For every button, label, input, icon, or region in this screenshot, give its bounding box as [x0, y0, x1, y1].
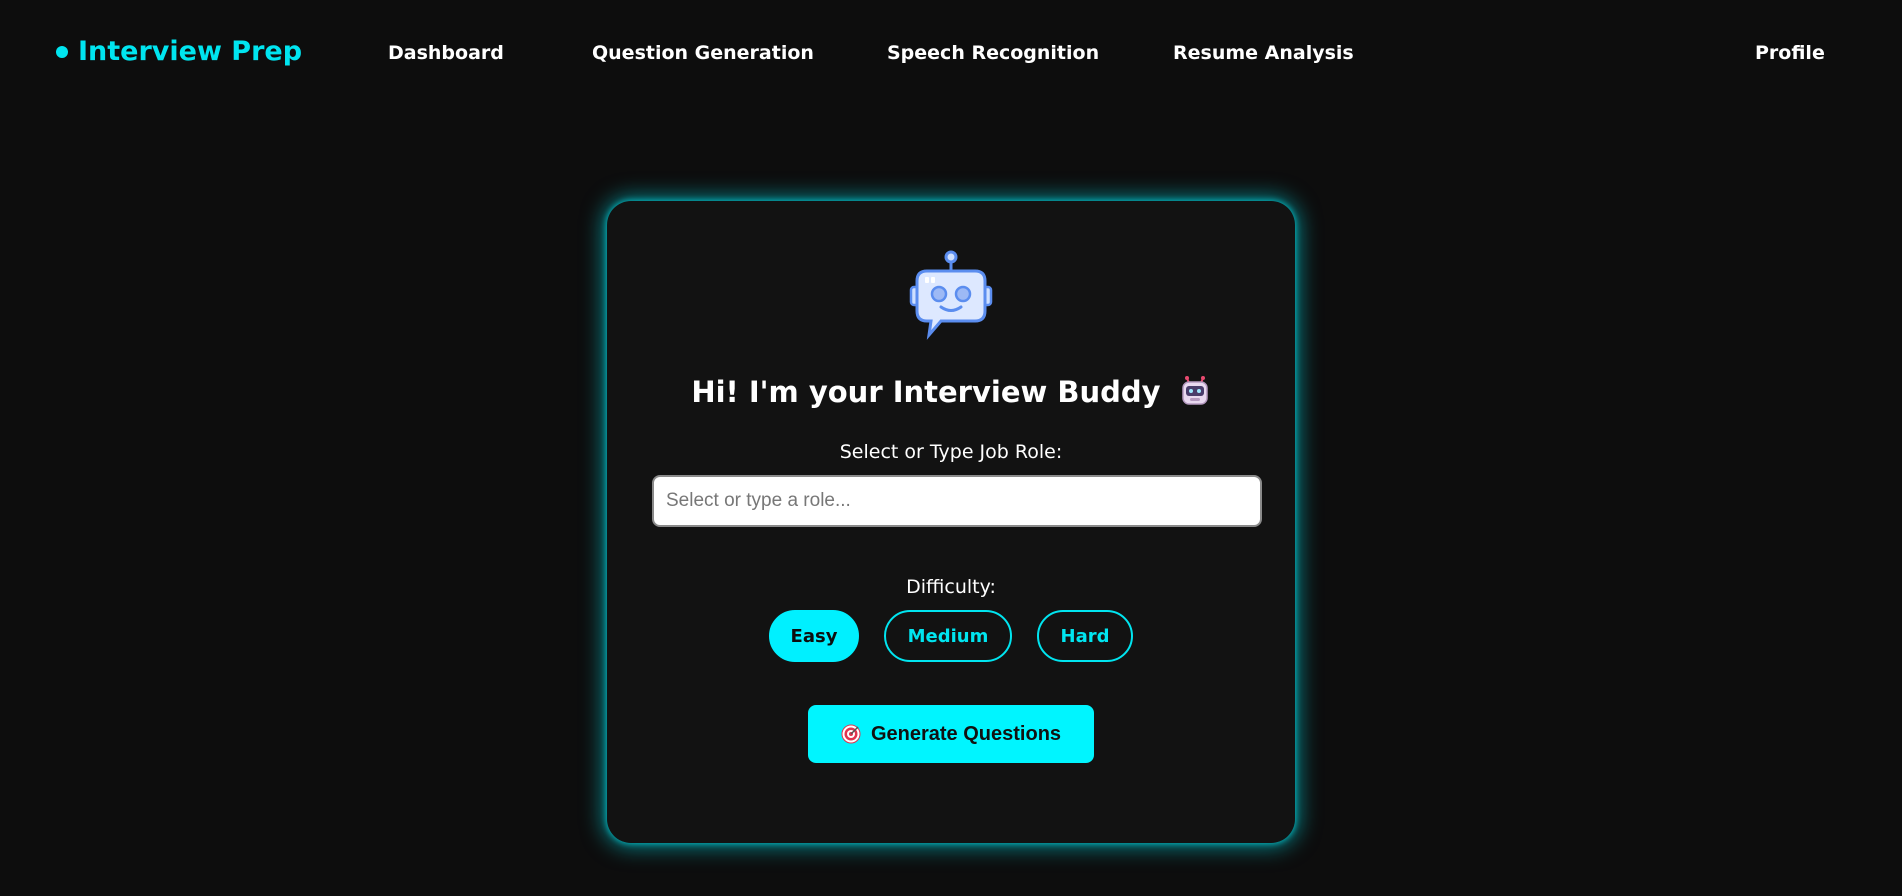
nav-link-speech-recognition[interactable]: Speech Recognition	[887, 42, 1099, 64]
generate-questions-button[interactable]: Generate Questions	[808, 705, 1094, 763]
card-title-text: Hi! I'm your Interview Buddy	[691, 375, 1161, 409]
difficulty-hard-button[interactable]: Hard	[1037, 610, 1133, 662]
nav-link-resume-analysis[interactable]: Resume Analysis	[1173, 42, 1354, 64]
interview-buddy-card: Hi! I'm your Interview Buddy Select or T…	[607, 201, 1295, 843]
difficulty-label: Difficulty:	[906, 576, 996, 598]
nav-link-profile[interactable]: Profile	[1755, 42, 1825, 64]
generate-questions-label: Generate Questions	[870, 722, 1062, 745]
robot-chat-icon	[909, 250, 993, 340]
job-role-input[interactable]	[652, 475, 1262, 527]
top-navbar: Interview Prep Dashboard Question Genera…	[0, 0, 1902, 108]
robot-face-icon	[1181, 376, 1208, 405]
brand-name: Interview Prep	[78, 36, 303, 67]
card-title: Hi! I'm your Interview Buddy	[607, 375, 1295, 409]
target-icon	[841, 724, 861, 744]
nav-link-question-generation[interactable]: Question Generation	[592, 42, 814, 64]
difficulty-medium-button[interactable]: Medium	[884, 610, 1012, 662]
nav-link-dashboard[interactable]: Dashboard	[388, 42, 504, 64]
brand-dot-icon	[56, 45, 68, 58]
brand-logo[interactable]: Interview Prep	[56, 36, 302, 67]
difficulty-easy-button[interactable]: Easy	[769, 610, 859, 662]
job-role-label: Select or Type Job Role:	[839, 441, 1063, 463]
